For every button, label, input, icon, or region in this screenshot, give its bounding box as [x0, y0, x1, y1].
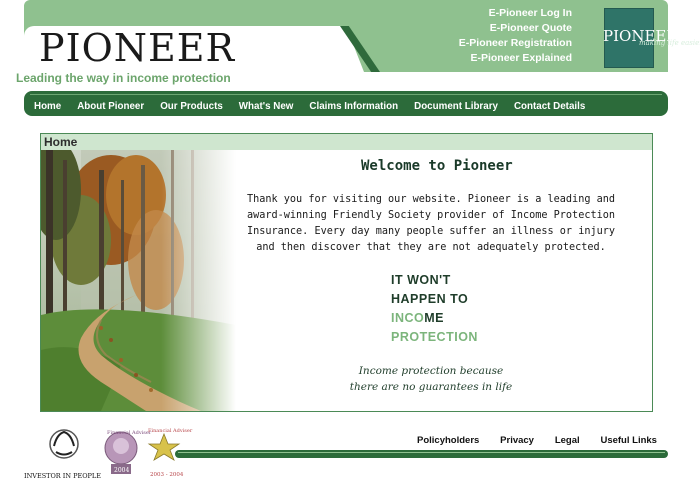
nav-whats-new[interactable]: What's New: [239, 101, 294, 112]
intro-paragraph: Thank you for visiting our website. Pion…: [246, 194, 615, 253]
image-fade: [161, 150, 236, 411]
nav-our-products[interactable]: Our Products: [160, 101, 223, 112]
nav-document-library[interactable]: Document Library: [414, 101, 498, 112]
slogan-block: IT WON'T HAPPEN TO INCOME PROTECTION: [391, 271, 478, 347]
section-title: Home: [44, 135, 78, 149]
epioneer-explained-link[interactable]: E-Pioneer Explained: [459, 51, 572, 66]
investor-in-people-text: INVESTOR IN PEOPLE: [24, 472, 101, 480]
welcome-heading: Welcome to Pioneer: [361, 158, 513, 174]
epioneer-links: E-Pioneer Log In E-Pioneer Quote E-Pione…: [459, 6, 572, 66]
adviser-2004-year: 2004: [114, 467, 129, 474]
nav-claims-information[interactable]: Claims Information: [309, 101, 398, 112]
slogan-line-3: INCOME: [391, 309, 478, 328]
motto: Income protection because there are no g…: [301, 363, 561, 395]
brand-tagline: Leading the way in income protection: [16, 71, 231, 85]
motto-line-1: Income protection because: [358, 365, 504, 377]
logo-badge-script: making life easier: [639, 39, 700, 47]
nav-home[interactable]: Home: [34, 101, 61, 112]
epioneer-registration-link[interactable]: E-Pioneer Registration: [459, 36, 572, 51]
footer-link-useful-links[interactable]: Useful Links: [600, 435, 657, 446]
adviser-2003-label: Financial Adviser: [148, 428, 193, 434]
footer-link-policyholders[interactable]: Policyholders: [417, 435, 479, 446]
footer-link-privacy[interactable]: Privacy: [500, 435, 534, 446]
section-title-bar: Home: [41, 134, 652, 150]
footer-badges: INVESTOR IN PEOPLE Financial Adviser 200…: [24, 426, 194, 480]
adviser-2003-year: 2003 - 2004: [150, 472, 184, 478]
nav-about-pioneer[interactable]: About Pioneer: [77, 101, 144, 112]
investor-in-people-icon: [49, 429, 79, 459]
forest-path-image: [41, 150, 236, 411]
nav-contact-details[interactable]: Contact Details: [514, 101, 585, 112]
footer-links: Policyholders Privacy Legal Useful Links: [417, 435, 657, 446]
slogan-line-2: HAPPEN TO: [391, 292, 469, 306]
brand-wordmark[interactable]: PIONEER: [39, 28, 235, 68]
adviser-2004-label: Financial Adviser: [107, 430, 152, 436]
main-content-box: Home Welcome to Pioneer Thank you for vi…: [40, 133, 653, 412]
epioneer-quote-link[interactable]: E-Pioneer Quote: [459, 21, 572, 36]
motto-line-2: there are no guarantees in life: [349, 381, 513, 393]
slogan-line-1: IT WON'T: [391, 273, 451, 287]
site-header: PIONEER E-Pioneer Log In E-Pioneer Quote…: [24, 0, 700, 72]
slogan-line-4: PROTECTION: [391, 330, 478, 344]
award-badges: INVESTOR IN PEOPLE Financial Adviser 200…: [24, 428, 193, 480]
slogan-line-3-rest: ME: [424, 311, 444, 325]
footer-bar: [175, 450, 668, 458]
main-nav: Home About Pioneer Our Products What's N…: [24, 91, 668, 116]
epioneer-login-link[interactable]: E-Pioneer Log In: [459, 6, 572, 21]
financial-adviser-star-badge: [147, 432, 181, 461]
footer-link-legal[interactable]: Legal: [555, 435, 580, 446]
pioneer-logo-badge: PIONEER making life easier: [603, 8, 700, 68]
slogan-line-3-highlight: INCO: [391, 311, 425, 325]
